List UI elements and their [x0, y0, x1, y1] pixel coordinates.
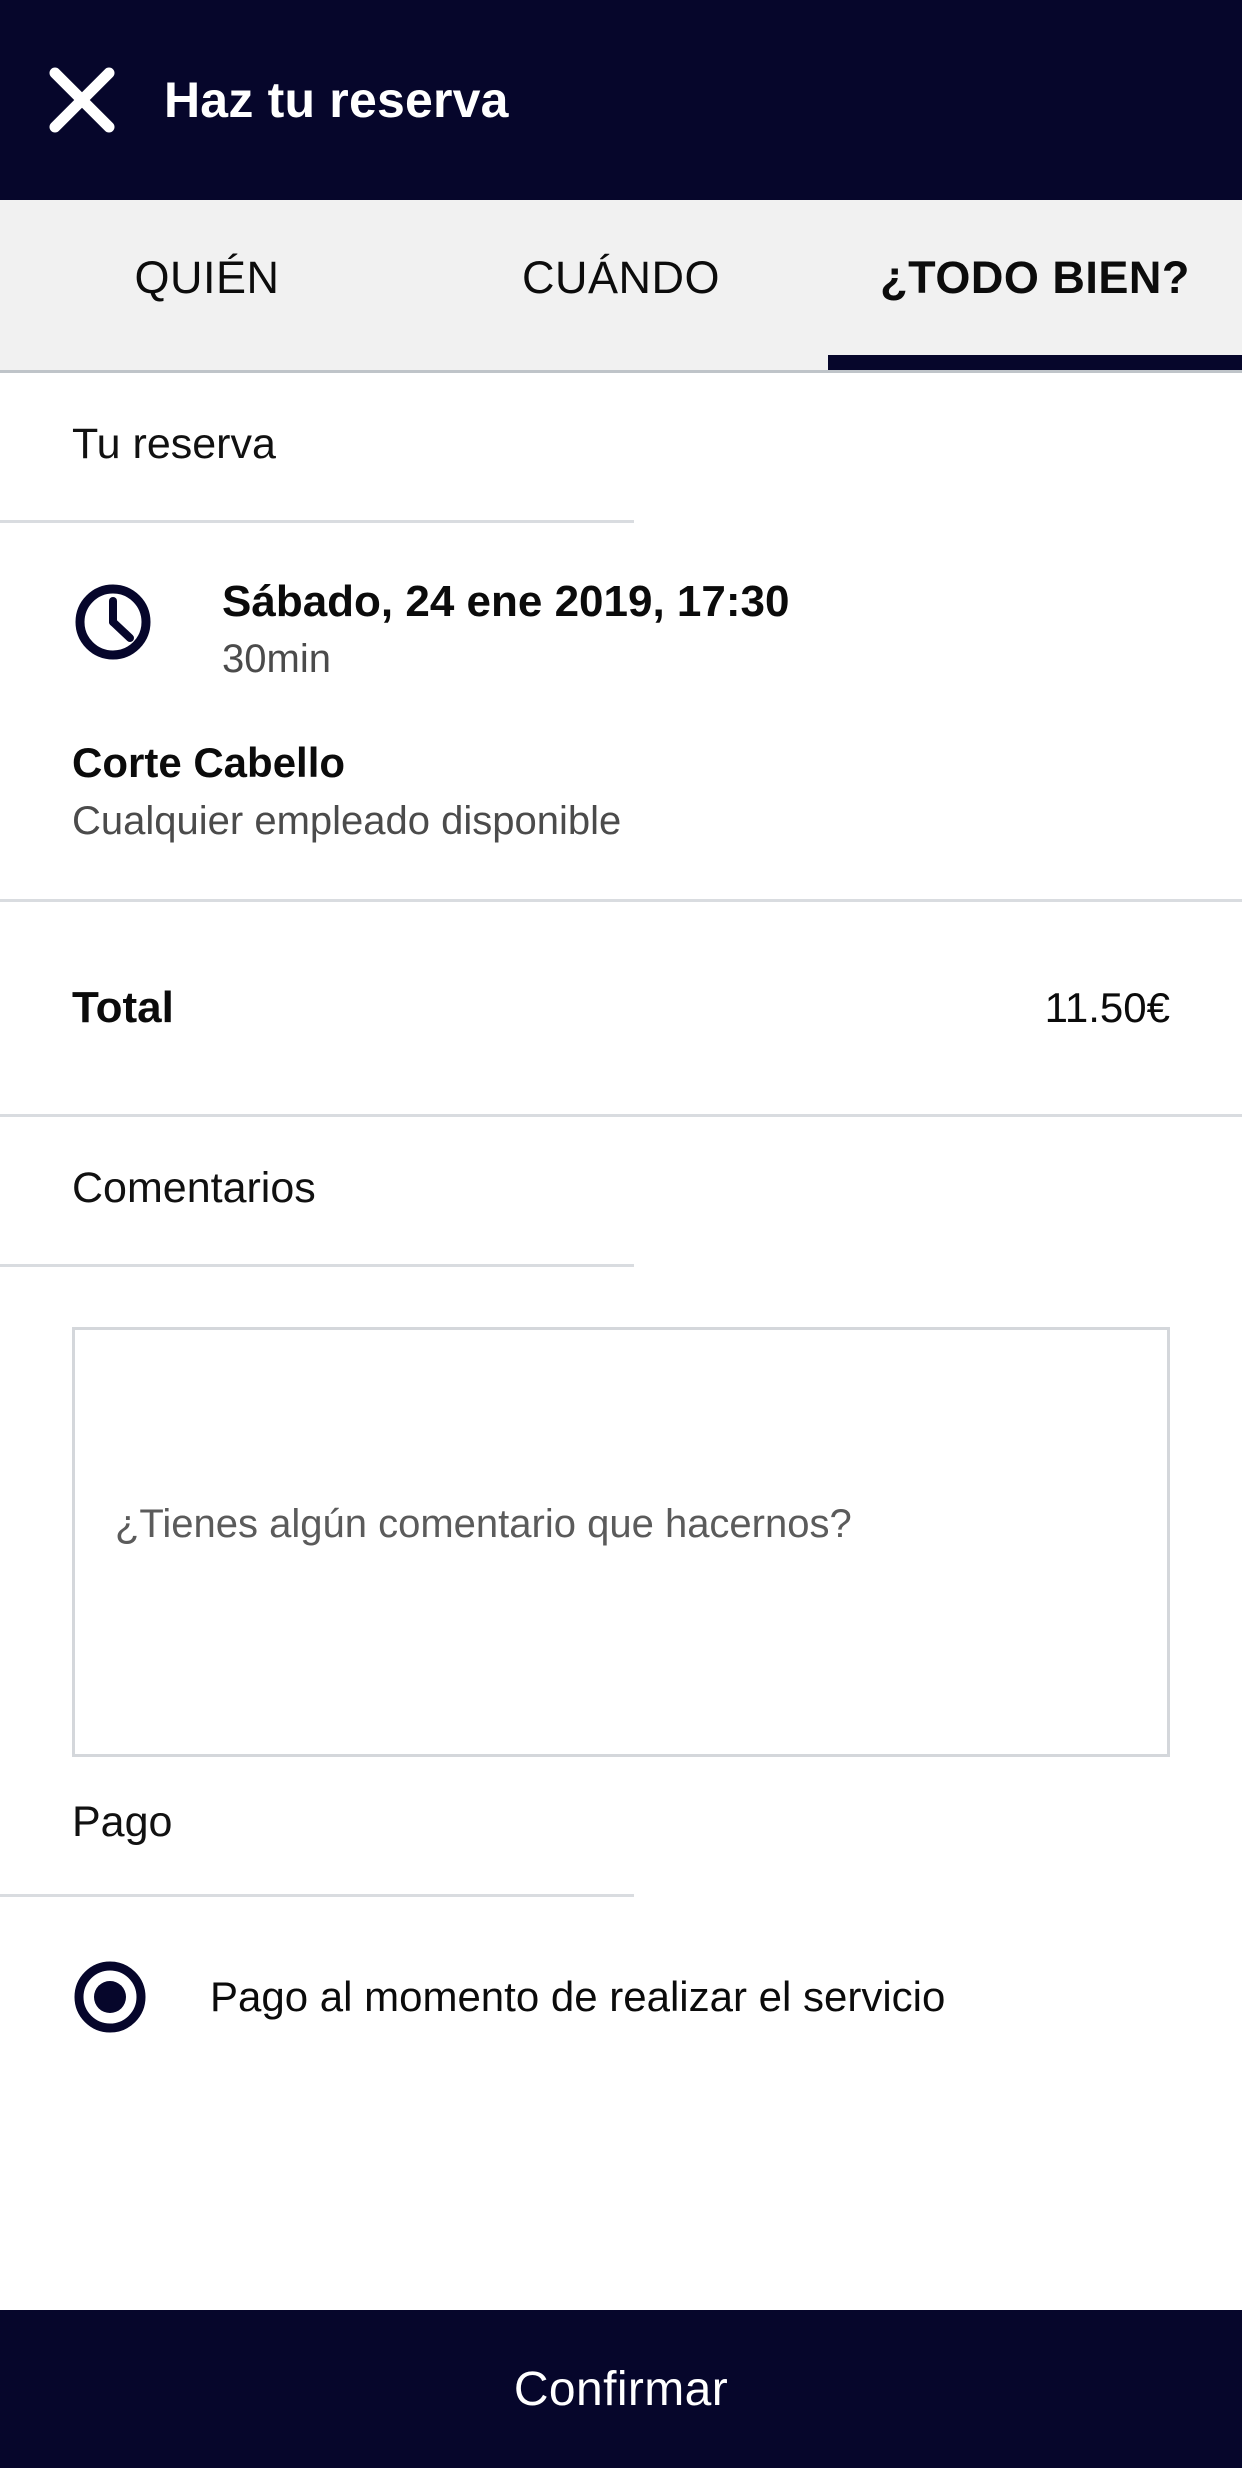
comment-field-wrapper [0, 1267, 1242, 1758]
payment-option-row[interactable]: Pago al momento de realizar el servicio [0, 1897, 1242, 2035]
page-title: Haz tu reserva [164, 72, 509, 128]
tab-todo-bien[interactable]: ¿TODO BIEN? [828, 200, 1242, 370]
booking-date: Sábado, 24 ene 2019, 17:30 [222, 577, 790, 627]
booking-datetime-text: Sábado, 24 ene 2019, 17:30 30min [222, 577, 789, 680]
section-title-pago: Pago [72, 1798, 173, 1847]
section-title-comentarios: Comentarios [72, 1163, 316, 1212]
payment-option-label: Pago al momento de realizar el servicio [210, 1973, 946, 2021]
clock-icon [72, 581, 154, 663]
section-title-reserva: Tu reserva [72, 420, 276, 468]
total-value: 11.50€ [1044, 983, 1170, 1031]
tab-cuando-label: CUÁNDO [521, 252, 720, 303]
close-icon [45, 63, 119, 137]
confirm-button-label: Confirmar [513, 2362, 729, 2416]
booking-datetime-row: Sábado, 24 ene 2019, 17:30 30min [72, 523, 1170, 681]
confirm-button[interactable]: Confirmar [0, 2310, 1242, 2468]
tab-cuando[interactable]: CUÁNDO [414, 200, 828, 370]
total-row: Total 11.50€ [0, 902, 1242, 1114]
tab-quien[interactable]: QUIÉN [0, 200, 414, 370]
booking-service-row: Corte Cabello Cualquier empleado disponi… [72, 739, 1170, 899]
app-header: Haz tu reserva [0, 0, 1242, 200]
booking-screen: Haz tu reserva QUIÉN CUÁNDO ¿TODO BIEN? … [0, 0, 1242, 2468]
tab-bar: QUIÉN CUÁNDO ¿TODO BIEN? [0, 200, 1242, 373]
comment-input[interactable] [72, 1327, 1170, 1758]
tab-quien-label: QUIÉN [134, 252, 280, 303]
booking-summary: Sábado, 24 ene 2019, 17:30 30min Corte C… [0, 523, 1242, 899]
booking-duration: 30min [222, 636, 331, 681]
service-staff: Cualquier empleado disponible [72, 798, 622, 843]
close-button[interactable] [22, 40, 142, 160]
service-name: Corte Cabello [72, 738, 346, 786]
radio-selected-icon[interactable] [72, 1959, 148, 2035]
content-scroll-area[interactable]: Tu reserva Sábado, 24 ene 2019, 17:30 30… [0, 373, 1242, 2310]
tab-todo-bien-label: ¿TODO BIEN? [880, 252, 1190, 303]
total-label: Total [72, 982, 174, 1032]
